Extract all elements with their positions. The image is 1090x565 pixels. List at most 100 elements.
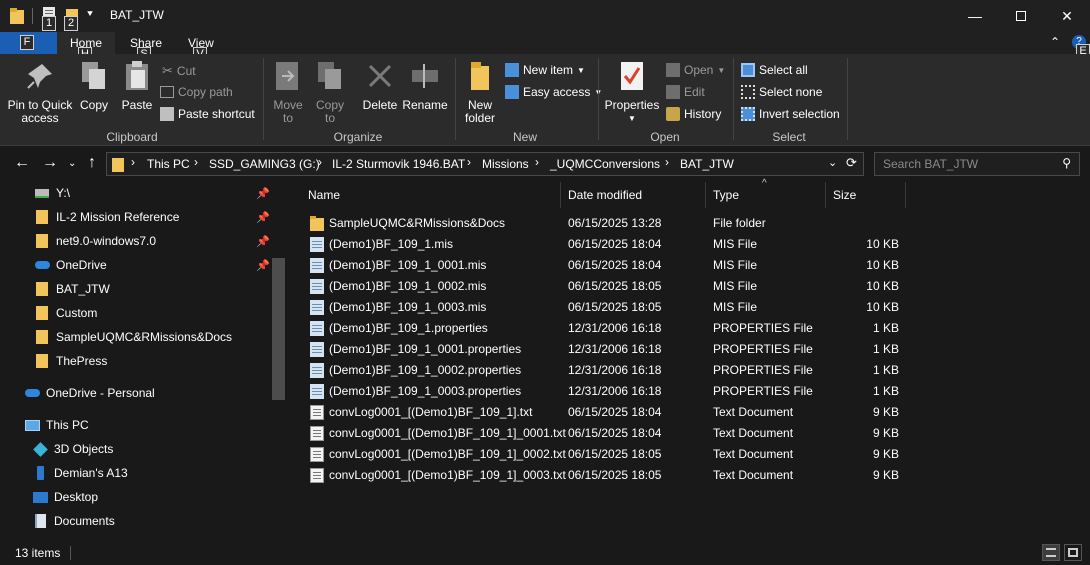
folder-icon xyxy=(34,209,50,225)
nav-item-bat-jtw[interactable]: BAT_JTW xyxy=(0,278,270,300)
nav-item-thepress[interactable]: ThePress xyxy=(0,350,270,372)
nav-item-phone[interactable]: Demian's A13 xyxy=(0,462,270,484)
invert-selection-button[interactable]: Invert selection xyxy=(741,107,840,121)
select-none-label: Select none xyxy=(759,85,823,99)
breadcrumb-il2-folder[interactable]: IL-2 Sturmovik 1946.BAT xyxy=(332,157,465,171)
select-none-icon xyxy=(741,85,755,99)
file-date: 06/15/2025 18:05 xyxy=(568,447,662,461)
rename-button[interactable]: Rename xyxy=(402,60,448,112)
column-separator[interactable] xyxy=(825,182,826,208)
move-to-button[interactable]: Move to xyxy=(270,60,306,125)
new-item-button[interactable]: New item ▼ xyxy=(505,63,585,77)
refresh-icon[interactable]: ⟳ xyxy=(846,155,857,171)
file-row[interactable]: (Demo1)BF_109_1_0001.properties 12/31/20… xyxy=(290,339,1090,360)
collapse-ribbon-icon[interactable]: ⌃ xyxy=(1050,35,1060,49)
folder-icon xyxy=(34,329,50,345)
pin-to-quick-access-button[interactable]: Pin to Quick access xyxy=(4,60,76,125)
folder-icon xyxy=(34,305,50,321)
nav-item-label: OneDrive xyxy=(56,258,107,272)
column-header-date-modified[interactable]: Date modified xyxy=(568,182,642,208)
config-file-icon xyxy=(310,321,324,336)
nav-item-y-drive[interactable]: Y:\ 📌 xyxy=(0,182,270,204)
ribbon-separator xyxy=(455,58,456,140)
file-row[interactable]: (Demo1)BF_109_1_0003.properties 12/31/20… xyxy=(290,381,1090,402)
breadcrumb-missions[interactable]: Missions xyxy=(482,157,529,171)
address-history-chevron-icon[interactable]: ⌄ xyxy=(828,156,837,169)
breadcrumb-uqmc-conversions[interactable]: _UQMCConversions xyxy=(550,157,660,171)
nav-item-custom[interactable]: Custom xyxy=(0,302,270,324)
open-button[interactable]: Open ▼ xyxy=(666,63,725,77)
pin-icon: 📌 xyxy=(256,211,270,224)
search-input[interactable]: Search BAT_JTW ⚲ xyxy=(874,152,1080,176)
nav-item-desktop[interactable]: Desktop xyxy=(0,486,270,508)
nav-item-il2-mission-reference[interactable]: IL-2 Mission Reference 📌 xyxy=(0,206,270,228)
file-size: 9 KB xyxy=(872,468,899,482)
column-header-type[interactable]: Type xyxy=(713,182,739,208)
cut-button[interactable]: ✂ Cut xyxy=(162,63,196,79)
breadcrumb-drive[interactable]: SSD_GAMING3 (G:) xyxy=(209,157,320,171)
easy-access-button[interactable]: Easy access ▼ xyxy=(505,85,602,99)
select-none-button[interactable]: Select none xyxy=(741,85,822,99)
properties-label: Properties xyxy=(604,98,660,112)
file-row[interactable]: SampleUQMC&RMissions&Docs 06/15/2025 13:… xyxy=(290,213,1090,234)
customize-quick-access-icon[interactable]: ⯆ xyxy=(86,9,94,20)
details-view-button[interactable] xyxy=(1042,544,1060,561)
copy-button[interactable]: Copy xyxy=(76,60,112,112)
recent-locations-chevron-icon[interactable]: ⌄ xyxy=(68,158,76,169)
file-row[interactable]: (Demo1)BF_109_1_0002.properties 12/31/20… xyxy=(290,360,1090,381)
breadcrumb-this-pc[interactable]: This PC xyxy=(147,157,190,171)
nav-item-3d-objects[interactable]: 3D Objects xyxy=(0,438,270,460)
column-separator[interactable] xyxy=(905,182,906,208)
file-row[interactable]: convLog0001_[(Demo1)BF_109_1]_0002.txt 0… xyxy=(290,444,1090,465)
nav-item-net9[interactable]: net9.0-windows7.0 📌 xyxy=(0,230,270,252)
breadcrumb-bat-jtw[interactable]: BAT_JTW xyxy=(680,157,734,171)
file-row[interactable]: convLog0001_[(Demo1)BF_109_1]_0003.txt 0… xyxy=(290,465,1090,486)
ribbon-separator xyxy=(263,58,264,140)
status-bar: 13 items xyxy=(0,540,1090,565)
nav-item-documents[interactable]: Documents xyxy=(0,510,270,532)
copy-to-icon xyxy=(318,62,341,89)
paste-button[interactable]: Paste xyxy=(118,60,156,112)
file-name: (Demo1)BF_109_1_0001.properties xyxy=(329,342,522,356)
desktop-icon xyxy=(32,489,48,505)
onedrive-icon xyxy=(34,257,50,273)
column-separator[interactable] xyxy=(705,182,706,208)
file-size: 10 KB xyxy=(866,258,899,272)
forward-arrow-icon[interactable]: → xyxy=(42,154,58,172)
history-button[interactable]: History xyxy=(666,107,721,121)
nav-item-onedrive[interactable]: OneDrive 📌 xyxy=(0,254,270,276)
nav-item-onedrive-personal[interactable]: OneDrive - Personal xyxy=(0,382,270,404)
large-icons-view-button[interactable] xyxy=(1064,544,1082,561)
file-row[interactable]: (Demo1)BF_109_1.mis 06/15/2025 18:04 MIS… xyxy=(290,234,1090,255)
file-row[interactable]: convLog0001_[(Demo1)BF_109_1].txt 06/15/… xyxy=(290,402,1090,423)
new-folder-button[interactable]: New folder xyxy=(460,60,500,125)
column-separator[interactable] xyxy=(560,182,561,208)
nav-item-this-pc[interactable]: This PC xyxy=(0,414,270,436)
close-button[interactable]: ✕ xyxy=(1044,0,1090,32)
edit-button[interactable]: Edit xyxy=(666,85,705,99)
nav-item-label: Custom xyxy=(56,306,98,320)
column-header-size[interactable]: Size xyxy=(833,182,856,208)
file-row[interactable]: convLog0001_[(Demo1)BF_109_1]_0001.txt 0… xyxy=(290,423,1090,444)
file-row[interactable]: (Demo1)BF_109_1.properties 12/31/2006 16… xyxy=(290,318,1090,339)
rename-label: Rename xyxy=(402,98,448,112)
up-arrow-icon[interactable]: ↑ xyxy=(88,154,96,172)
properties-button[interactable]: Properties ▼ xyxy=(603,60,661,125)
nav-pane-scrollbar[interactable] xyxy=(272,258,285,400)
column-header-name[interactable]: Name xyxy=(308,182,340,208)
file-row[interactable]: (Demo1)BF_109_1_0003.mis 06/15/2025 18:0… xyxy=(290,297,1090,318)
delete-button[interactable]: Delete xyxy=(360,60,400,112)
file-name: (Demo1)BF_109_1.properties xyxy=(329,321,488,335)
file-row[interactable]: (Demo1)BF_109_1_0002.mis 06/15/2025 18:0… xyxy=(290,276,1090,297)
select-all-button[interactable]: Select all xyxy=(741,63,808,77)
maximize-icon xyxy=(1016,11,1026,21)
paste-shortcut-button[interactable]: Paste shortcut xyxy=(160,107,255,121)
tab-file[interactable]: F xyxy=(0,32,57,54)
copy-to-button[interactable]: Copy to xyxy=(312,60,348,125)
maximize-button[interactable] xyxy=(998,0,1044,32)
copy-path-button[interactable]: Copy path xyxy=(160,85,233,99)
minimize-button[interactable]: — xyxy=(952,0,998,32)
nav-item-sample-uqmc[interactable]: SampleUQMC&RMissions&Docs xyxy=(0,326,270,348)
back-arrow-icon[interactable]: ← xyxy=(14,154,30,172)
file-row[interactable]: (Demo1)BF_109_1_0001.mis 06/15/2025 18:0… xyxy=(290,255,1090,276)
